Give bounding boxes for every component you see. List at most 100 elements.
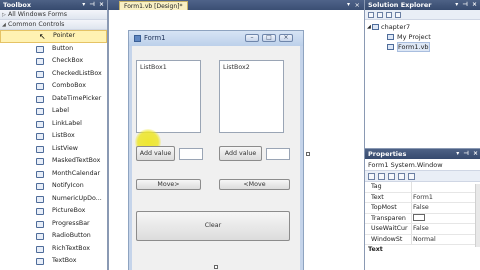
toolbox-group-common[interactable]: ◢ Common Controls (0, 20, 107, 30)
property-row-text[interactable]: Text Form1 (365, 192, 480, 203)
clear-button[interactable]: Clear (136, 211, 290, 241)
monthcalendar-icon (36, 170, 44, 178)
tool-textbox[interactable]: TextBox (0, 255, 107, 268)
toolbox-window-buttons[interactable]: ▾ ⊣ × (82, 0, 105, 10)
value-textbox-left[interactable] (179, 148, 203, 160)
group-label: Common Controls (8, 21, 65, 28)
color-swatch-icon (413, 214, 425, 221)
divider (411, 203, 412, 213)
properties-scrollbar[interactable] (475, 184, 480, 247)
show-all-files-icon[interactable] (377, 12, 383, 18)
datetimepicker-icon (36, 95, 44, 103)
collapse-icon: ◢ (367, 24, 371, 30)
property-name: UseWaitCur (371, 225, 408, 232)
tool-label: PictureBox (52, 207, 86, 214)
designer-pane: Form1.vb [Design]* ▾ × Form1 – □ × ListB… (108, 0, 364, 270)
tool-picturebox[interactable]: PictureBox (0, 205, 107, 218)
divider (411, 213, 412, 223)
properties-title-bar: Properties ▾ ⊣ × (365, 149, 480, 159)
property-name: Text (371, 193, 384, 201)
tool-label: RadioButton (52, 232, 91, 239)
tab-form1-design[interactable]: Form1.vb [Design]* (119, 1, 188, 10)
tool-checkedlistbox[interactable]: CheckedListBox (0, 68, 107, 81)
listbox1[interactable]: ListBox1 (136, 60, 201, 133)
tree-label: chapter7 (381, 23, 411, 31)
tree-item-project[interactable]: ◢ chapter7 (365, 22, 480, 32)
properties-title: Properties (368, 150, 407, 158)
property-row-transparency[interactable]: Transparen (365, 213, 480, 224)
form-title-bar: Form1 – □ × (129, 31, 303, 46)
properties-window-buttons[interactable]: ▾ ⊣ × (456, 149, 479, 159)
tool-checkbox[interactable]: CheckBox (0, 55, 107, 68)
tool-progressbar[interactable]: ProgressBar (0, 218, 107, 231)
tree-label: My Project (397, 33, 431, 41)
toolbox-title: Toolbox (3, 1, 32, 9)
radiobutton-icon (36, 233, 44, 240)
maskedtextbox-icon (36, 158, 44, 165)
properties-icon[interactable] (388, 173, 395, 180)
divider (411, 182, 412, 192)
tool-label: RichTextBox (52, 244, 91, 252)
property-row-windowstate[interactable]: WindowSt Normal (365, 234, 480, 245)
tool-notifyicon[interactable]: NotifyIcon (0, 180, 107, 193)
property-pages-icon[interactable] (408, 173, 415, 180)
my-project-icon (387, 34, 394, 40)
tool-label[interactable]: Label (0, 105, 107, 118)
property-row-usewaitcursor[interactable]: UseWaitCur False (365, 224, 480, 235)
button-icon (36, 45, 44, 53)
events-icon[interactable] (398, 173, 405, 180)
property-name: Tag (371, 183, 382, 190)
linklabel-icon (36, 120, 44, 128)
tool-radiobutton[interactable]: RadioButton (0, 230, 107, 243)
progressbar-icon (36, 220, 44, 228)
expand-arrow-icon: ▷ (2, 12, 6, 18)
properties-tool-icon[interactable] (368, 12, 374, 18)
property-row-tag[interactable]: Tag (365, 182, 480, 193)
tool-linklabel[interactable]: LinkLabel (0, 118, 107, 131)
move-right-button[interactable]: Move> (136, 179, 201, 190)
form1-window[interactable]: Form1 – □ × ListBox1 ListBox2 Add value … (128, 30, 304, 270)
property-description-title: Text (368, 246, 383, 253)
form-resize-handle-bottom[interactable] (214, 265, 218, 269)
listview-icon (36, 145, 44, 153)
tool-label: Pointer (53, 32, 76, 39)
categorized-icon[interactable] (368, 173, 375, 180)
solution-explorer-title-bar: Solution Explorer ▾ ⊣ × (365, 0, 480, 10)
listbox2[interactable]: ListBox2 (219, 60, 284, 133)
tool-combobox[interactable]: ComboBox (0, 80, 107, 93)
property-value: Form1 (413, 193, 433, 201)
toolbox-group-all-forms[interactable]: ▷ All Windows Forms (0, 10, 107, 20)
form-resize-handle[interactable] (306, 152, 310, 156)
design-surface: Form1 – □ × ListBox1 ListBox2 Add value … (108, 10, 364, 270)
move-left-button[interactable]: <Move (219, 179, 290, 190)
close-icon: × (279, 34, 293, 42)
tool-listview[interactable]: ListView (0, 143, 107, 156)
tree-item-my-project[interactable]: My Project (365, 32, 480, 42)
tree-item-form1[interactable]: Form1.vb (365, 42, 480, 52)
property-row-topmost[interactable]: TopMost False (365, 203, 480, 214)
solution-explorer-title: Solution Explorer (368, 1, 432, 9)
tool-richtextbox[interactable]: RichTextBox (0, 243, 107, 256)
tool-pointer[interactable]: ↖ Pointer (0, 30, 107, 43)
tool-maskedtextbox[interactable]: MaskedTextBox (0, 155, 107, 168)
tool-listbox[interactable]: ListBox (0, 130, 107, 143)
tool-label: Label (52, 107, 69, 114)
label-icon (36, 108, 44, 115)
refresh-icon[interactable] (386, 12, 392, 18)
tool-numericupdown[interactable]: NumericUpDo... (0, 193, 107, 206)
tool-button[interactable]: Button (0, 43, 107, 56)
alphabetical-icon[interactable] (378, 173, 385, 180)
properties-object-selector[interactable]: Form1 System.Window (365, 159, 480, 171)
tab-close-icon[interactable]: × (355, 0, 360, 10)
value-textbox-right[interactable] (266, 148, 290, 160)
properties-panel: Properties ▾ ⊣ × Form1 System.Window Tag… (365, 148, 480, 270)
tool-monthcalendar[interactable]: MonthCalendar (0, 168, 107, 181)
textbox-icon (36, 258, 44, 265)
tab-dropdown-icon[interactable]: ▾ (347, 0, 350, 10)
tool-datetimepicker[interactable]: DateTimePicker (0, 93, 107, 106)
solution-explorer-window-buttons[interactable]: ▾ ⊣ × (455, 0, 478, 10)
divider (411, 192, 412, 202)
add-value-left-button[interactable]: Add value (136, 146, 175, 161)
view-code-icon[interactable] (395, 12, 401, 18)
add-value-right-button[interactable]: Add value (219, 146, 262, 161)
